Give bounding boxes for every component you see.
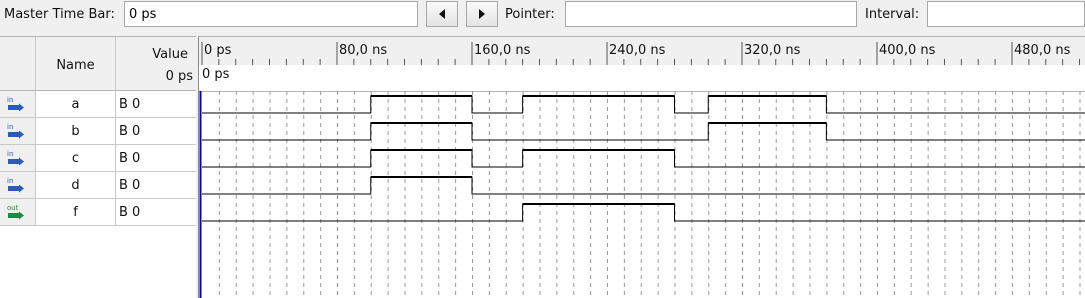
time-ruler-scale: 0 ps 80,0 ns 160,0 ns 240,0 ns 320,0 ns 400,0… [201,42,1080,65]
signal-icon-cell: in [0,91,36,118]
waveform-d [202,176,1085,195]
name-column-header[interactable]: Name [36,37,116,91]
signal-value: B 0 [116,199,196,226]
next-transition-button[interactable] [466,1,498,27]
value-header-time: 0 ps [165,69,193,84]
pin-icon-arrow [19,103,24,112]
pointer-input[interactable] [565,1,857,27]
pin-icon-text: out [7,204,19,212]
signal-list-panel: Name Value 0 ps in a B 0 in b B 0 in c B 0 in d B 0… [0,36,196,298]
waveform-a [202,95,1085,114]
pin-icon-text: in [7,177,13,185]
signal-name: f [36,199,116,226]
signal-icon-cell: in [0,118,36,145]
previous-transition-button[interactable] [426,1,458,27]
ruler-tick-label: 80,0 ns [339,43,387,58]
ruler-tick-label: 240,0 ns [609,43,666,58]
pin-icon-text: in [7,96,13,104]
signal-name: d [36,172,116,199]
output-pin-icon: out [7,204,24,220]
value-header-label: Value [152,47,188,62]
triangle-left-icon [439,9,445,19]
signal-value: B 0 [116,118,196,145]
ruler-tick-label: 0 ps [204,43,232,58]
signal-name: b [36,118,116,145]
ruler-tick-label: 160,0 ns [474,43,531,58]
input-pin-icon: in [7,177,24,193]
cursor-time-label: 0 ps [202,67,230,82]
signal-icon-cell: in [0,145,36,172]
master-time-bar-input[interactable] [124,1,418,27]
pin-icon-arrow [19,157,24,166]
master-time-bar-label: Master Time Bar: [4,7,115,22]
signal-value: B 0 [116,145,196,172]
signal-row-c[interactable]: in c B 0 [0,145,196,172]
ruler-tick-label: 480,0 ns [1014,43,1071,58]
signal-value: B 0 [116,172,196,199]
waveform-b [202,122,1085,141]
signal-icon-cell: out [0,199,36,226]
waveform-area[interactable] [199,91,1085,298]
value-column-header[interactable]: Value 0 ps [116,37,196,91]
pin-icon-body [8,105,19,110]
pin-icon-arrow [19,130,24,139]
icon-column-header [0,37,36,91]
pin-icon-body [8,186,19,191]
pin-icon-body [8,213,19,218]
pointer-label: Pointer: [505,7,555,22]
signal-row-f[interactable]: out f B 0 [0,199,196,226]
ruler-tick-label: 320,0 ns [744,43,801,58]
pin-icon-body [8,132,19,137]
signal-name: c [36,145,116,172]
pin-icon-text: in [7,123,13,131]
signal-row-d[interactable]: in d B 0 [0,172,196,199]
toolbar: Master Time Bar: Pointer: Interval: [0,0,1085,30]
pin-icon-arrow [19,184,24,193]
time-ruler[interactable]: 0 ps 80,0 ns 160,0 ns 240,0 ns 320,0 ns 400,0… [199,37,1085,66]
waveform-panel: 0 ps 80,0 ns 160,0 ns 240,0 ns 320,0 ns 400,0… [198,36,1085,298]
signal-value: B 0 [116,91,196,118]
input-pin-icon: in [7,123,24,139]
signal-name: a [36,91,116,118]
waveform-f [202,203,1085,222]
cursor-time-row: 0 ps [199,65,1085,92]
ruler-tick-label: 400,0 ns [879,43,936,58]
signal-row-b[interactable]: in b B 0 [0,118,196,145]
input-pin-icon: in [7,96,24,112]
interval-label: Interval: [865,7,920,22]
signal-icon-cell: in [0,172,36,199]
waveform-c [202,149,1085,168]
signal-row-a[interactable]: in a B 0 [0,91,196,118]
pin-icon-body [8,159,19,164]
name-header-label: Name [56,58,95,73]
pin-icon-text: in [7,150,13,158]
interval-input[interactable] [927,1,1085,27]
input-pin-icon: in [7,150,24,166]
triangle-right-icon [479,9,485,19]
pin-icon-arrow [19,211,24,220]
